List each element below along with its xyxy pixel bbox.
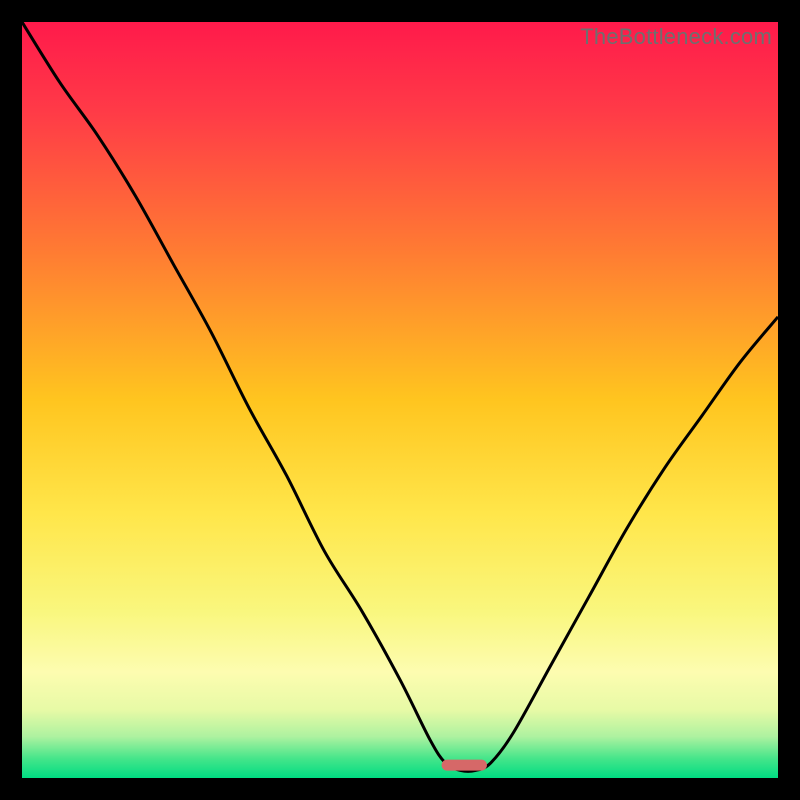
gradient-background — [22, 22, 778, 778]
chart-frame: TheBottleneck.com — [22, 22, 778, 778]
watermark-text: TheBottleneck.com — [580, 24, 772, 50]
